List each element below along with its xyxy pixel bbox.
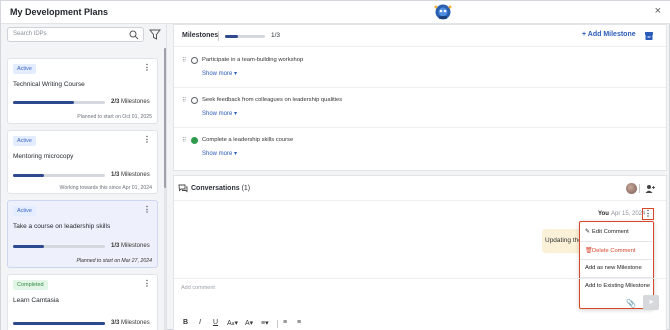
progress-fill [225, 35, 239, 38]
progress-bar [13, 245, 105, 248]
milestone-text: Complete a leadership skills course [202, 137, 294, 143]
conversations-label: Conversations (1) [191, 185, 251, 192]
add-milestone-button[interactable]: + Add Milestone [582, 31, 636, 38]
idp-sidebar: Search IDPs Active ⋮ Technical Writing C… [1, 24, 167, 330]
underline-button[interactable]: U [213, 319, 218, 326]
milestone-status-circle-icon[interactable] [191, 97, 198, 104]
menu-item-delete-comment[interactable]: 🗑Delete Comment [580, 243, 652, 259]
milestone-text: Participate in a team-building workshop [202, 57, 304, 63]
more-options-icon[interactable]: ⋮ [143, 63, 151, 72]
progress-fill [13, 174, 44, 177]
toolbar-divider [277, 320, 278, 328]
send-button[interactable]: ➤ [643, 295, 659, 310]
milestone-row[interactable]: ⠿ Participate in a team-building worksho… [174, 48, 666, 88]
show-more-link[interactable]: Show more ▾ [202, 110, 237, 117]
milestone-count: 1/3 Milestones [111, 172, 150, 178]
comment-input[interactable]: Add comment [181, 285, 215, 291]
menu-item-edit-comment[interactable]: ✎ Edit Comment [580, 224, 652, 240]
milestones-label: Milestones [182, 32, 219, 39]
milestones-header: Milestones 1/3 + Add Milestone [174, 25, 666, 47]
milestones-progress-bar [225, 35, 265, 38]
plan-title: Take a course on leadership skills [13, 223, 111, 230]
comment-text: Updating the [545, 237, 582, 244]
comment-author: You [598, 211, 609, 217]
comment-options-button[interactable]: ⋮ [642, 208, 654, 220]
sidebar-scrollbar[interactable] [164, 48, 166, 330]
font-size-button[interactable]: Aa▾ [227, 319, 238, 327]
milestone-count: 2/3 Milestones [111, 99, 150, 105]
more-options-icon[interactable]: ⋮ [143, 135, 151, 144]
align-button[interactable]: ≡▾ [261, 319, 269, 327]
milestone-completed-check-icon[interactable] [191, 137, 198, 144]
milestone-text: Seek feedback from colleagues on leaders… [202, 97, 343, 103]
progress-fill [13, 322, 105, 325]
search-input[interactable]: Search IDPs [7, 27, 144, 42]
drag-handle-icon[interactable]: ⠿ [182, 137, 186, 144]
plan-card[interactable]: Active ⋮ Technical Writing Course 2/3 Mi… [7, 58, 158, 124]
milestones-count: 1/3 [271, 32, 281, 39]
plan-footer: Working towards this since Apr 01, 2024 [59, 185, 152, 191]
plan-card[interactable]: Active ⋮ Mentoring microcopy 1/3 Milesto… [7, 130, 158, 194]
conversations-header: Conversations (1) [174, 176, 666, 201]
logo-icon [434, 4, 452, 20]
numbered-list-button[interactable]: ≡ [297, 319, 301, 326]
add-participant-icon[interactable] [645, 184, 655, 194]
drag-handle-icon[interactable]: ⠿ [182, 57, 186, 64]
trash-icon: 🗑 [585, 248, 593, 254]
page-title: My Development Plans [10, 7, 109, 17]
search-placeholder: Search IDPs [13, 31, 47, 37]
progress-bar [13, 322, 105, 325]
plan-footer: Planned to start on Mar 27, 2024 [76, 258, 152, 264]
plan-title: Mentoring microcopy [13, 153, 74, 160]
avatar[interactable] [626, 183, 637, 194]
milestone-count: 1/3 Milestones [111, 243, 150, 249]
plan-title: Learn Camtasia [13, 297, 59, 304]
pencil-icon: ✎ [585, 229, 591, 235]
milestone-status-circle-icon[interactable] [191, 57, 198, 64]
plan-detail: Milestones 1/3 + Add Milestone ⠿ Partici… [173, 24, 667, 330]
italic-button[interactable]: I [199, 319, 201, 326]
text-color-button[interactable]: A▾ [245, 319, 253, 327]
progress-bar [13, 101, 105, 104]
menu-divider [580, 241, 652, 242]
attachment-icon[interactable]: 📎 [626, 299, 636, 308]
more-options-icon[interactable]: ⋮ [143, 205, 151, 214]
milestone-count: 3/3 Milestones [111, 320, 150, 326]
status-badge: Active [13, 206, 36, 216]
progress-fill [13, 101, 75, 104]
more-options-icon[interactable]: ⋮ [143, 279, 151, 288]
filter-icon[interactable] [149, 27, 161, 41]
status-badge: Active [13, 136, 36, 146]
status-badge: Completed [13, 280, 48, 290]
plan-footer: Planned to start on Oct 01, 2025 [77, 114, 152, 120]
milestones-panel: Milestones 1/3 + Add Milestone ⠿ Partici… [173, 24, 667, 171]
bulleted-list-button[interactable]: ≡ [283, 319, 287, 326]
progress-fill [13, 245, 44, 248]
progress-bar [13, 174, 105, 177]
divider [639, 184, 640, 193]
milestone-row[interactable]: ⠿ Complete a leadership skills course Sh… [174, 128, 666, 168]
drag-handle-icon[interactable]: ⠿ [182, 97, 186, 104]
show-more-link[interactable]: Show more ▾ [202, 70, 237, 77]
divider [218, 31, 219, 41]
menu-item-add-as-new-milestone[interactable]: Add as new Milestone [580, 260, 652, 276]
scrollbar-thumb[interactable] [164, 48, 166, 188]
app-header: My Development Plans × [1, 1, 670, 24]
bold-button[interactable]: B [183, 319, 188, 326]
app-window: My Development Plans × Search IDPs Activ… [0, 0, 670, 330]
milestone-row[interactable]: ⠿ Seek feedback from colleagues on leade… [174, 88, 666, 128]
search-icon[interactable] [129, 30, 139, 40]
comment-date: Apr 15, 2024 [611, 211, 646, 217]
plan-title: Technical Writing Course [13, 81, 85, 88]
comment-editor[interactable]: Add comment 📎 ➤ B I U Aa▾ A▾ ≡▾ ≡ ≡ [174, 278, 666, 330]
plan-card-selected[interactable]: Active ⋮ Take a course on leadership ski… [7, 200, 158, 268]
close-button[interactable]: × [655, 5, 661, 17]
status-badge: Active [13, 64, 36, 74]
chat-icon [178, 184, 188, 193]
plan-card[interactable]: Completed ⋮ Learn Camtasia 3/3 Milestone… [7, 274, 158, 330]
archive-icon[interactable] [644, 31, 654, 41]
conversations-panel: Conversations (1) You Apr 15, 2024 ⋮ Upd… [173, 175, 667, 330]
show-more-link[interactable]: Show more ▾ [202, 150, 237, 157]
